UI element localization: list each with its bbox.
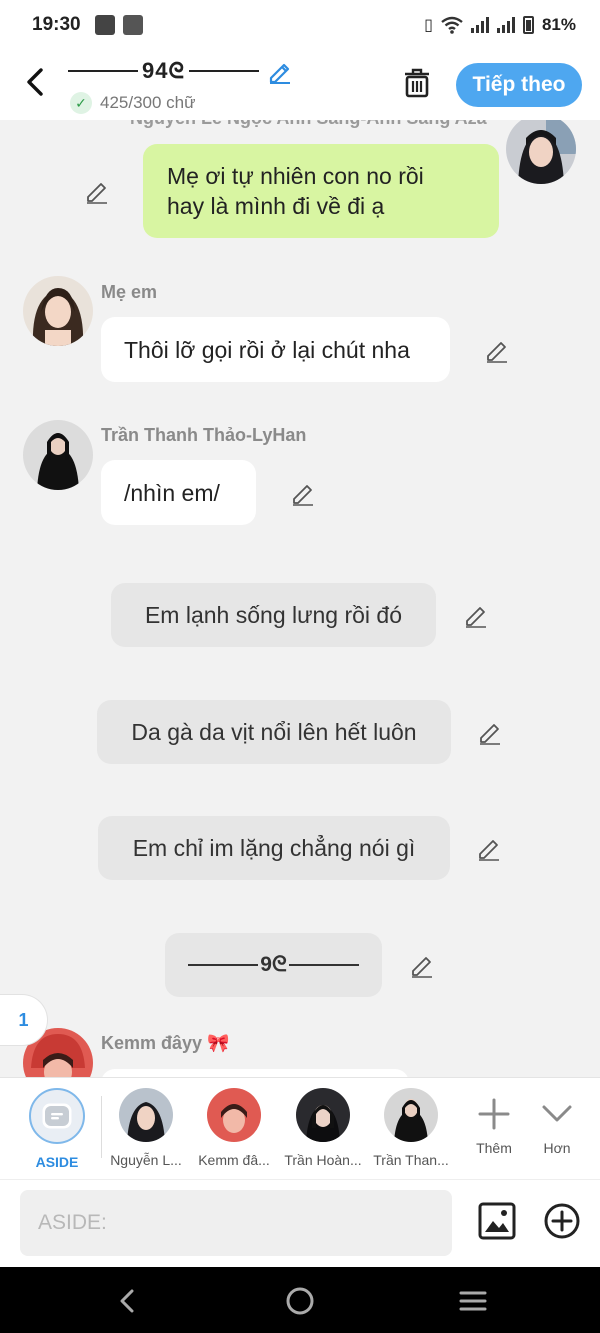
- sender-name: Trần Thanh Thảo-LyHan: [101, 425, 307, 445]
- edit-message-icon[interactable]: [476, 835, 502, 861]
- char-count-text: 425/300 chữ: [100, 93, 196, 112]
- char-count: ✓ 425/300 chữ: [70, 92, 196, 114]
- nav-back-icon[interactable]: [110, 1283, 146, 1319]
- edit-message-icon[interactable]: [290, 480, 316, 506]
- status-time: 19:30: [32, 14, 81, 35]
- battery-icon: [522, 16, 534, 34]
- narration-icon: [42, 1103, 72, 1129]
- tab-label: Nguyễn L...: [110, 1152, 182, 1168]
- message-text: Thôi lỡ gọi rồi ở lại chút nha: [124, 336, 410, 363]
- expand-button[interactable]: Hơn: [527, 1092, 587, 1156]
- message-bubble[interactable]: Thôi lỡ gọi rồi ở lại chút nha: [101, 317, 450, 382]
- chevron-down-icon: [537, 1092, 577, 1136]
- check-icon: ✓: [70, 92, 92, 114]
- narration-bubble[interactable]: Em chỉ im lặng chẳng nói gì: [98, 816, 450, 880]
- chat-area[interactable]: Nguyễn Lê Ngọc Anh Sang-Anh Sang Aza Mẹ …: [0, 120, 600, 1077]
- add-character-button[interactable]: Thêm: [464, 1092, 524, 1156]
- nav-recents-icon[interactable]: [455, 1283, 491, 1319]
- tab-label: Trần Hoàn...: [284, 1152, 362, 1168]
- tab-character[interactable]: Trần Hoàn...: [283, 1088, 363, 1168]
- system-nav-bar: [0, 1267, 600, 1333]
- tab-label: ASIDE: [35, 1154, 79, 1170]
- mail-notification-icon: [94, 15, 115, 35]
- expand-label: Hơn: [543, 1140, 571, 1156]
- message-bubble[interactable]: Mẹ ơi tự nhiên con no rồi hay là mình đi…: [143, 144, 499, 238]
- signal-icon-2: [496, 17, 515, 33]
- story-title-text: 94ᘓ: [142, 58, 185, 83]
- avatar: [296, 1088, 350, 1142]
- tab-character[interactable]: Trần Than...: [371, 1088, 451, 1168]
- message-input[interactable]: [20, 1190, 452, 1256]
- narration-bubble[interactable]: 9ᘓ: [165, 933, 382, 997]
- composer: [0, 1179, 600, 1267]
- message-text: Mẹ ơi tự nhiên con no rồi hay là mình đi…: [167, 163, 424, 219]
- wifi-icon: [441, 16, 463, 34]
- avatar[interactable]: [23, 420, 93, 490]
- avatar[interactable]: [506, 120, 576, 184]
- narration-bubble[interactable]: Da gà da vịt nổi lên hết luôn: [97, 700, 451, 764]
- edit-message-icon[interactable]: [463, 602, 489, 628]
- chevron-left-icon: [27, 68, 43, 96]
- back-button[interactable]: [20, 64, 50, 100]
- avatar: [119, 1088, 173, 1142]
- tab-character[interactable]: Nguyễn L...: [106, 1088, 186, 1168]
- narration-text: 9ᘓ: [260, 953, 287, 976]
- character-selector: ASIDE Nguyễn L... Kemm đâ... Trần Hoàn..…: [0, 1077, 600, 1179]
- narration-text: Em lạnh sống lưng rồi đó: [144, 602, 403, 628]
- next-button[interactable]: Tiếp theo: [456, 63, 582, 107]
- add-circle-icon[interactable]: [543, 1202, 581, 1240]
- battery-percent: 81%: [541, 15, 576, 34]
- sender-name: Kemm đâyy 🎀: [101, 1033, 230, 1053]
- edit-message-icon[interactable]: [409, 952, 435, 978]
- header-bar: 94ᘓ ✓ 425/300 chữ Tiếp theo: [0, 50, 600, 120]
- sender-name: Nguyễn Lê Ngọc Anh Sang-Anh Sang Aza: [130, 120, 487, 129]
- story-title[interactable]: 94ᘓ: [68, 58, 293, 84]
- avatar: [384, 1088, 438, 1142]
- tab-aside[interactable]: ASIDE: [17, 1088, 97, 1170]
- narration-bubble[interactable]: Em lạnh sống lưng rồi đó: [111, 583, 436, 647]
- message-text: /nhìn em/: [124, 479, 220, 506]
- signal-icon-1: [470, 17, 489, 33]
- edit-title-icon[interactable]: [267, 58, 293, 84]
- message-bubble[interactable]: /nhìn em/: [101, 460, 256, 525]
- avatar: [207, 1088, 261, 1142]
- sender-name: Mẹ em: [101, 282, 158, 302]
- avatar[interactable]: [23, 276, 93, 346]
- nav-home-icon[interactable]: [282, 1283, 318, 1319]
- edit-message-icon[interactable]: [484, 337, 510, 363]
- narration-text: Da gà da vịt nổi lên hết luôn: [131, 719, 417, 745]
- tab-label: Trần Than...: [373, 1152, 449, 1168]
- status-bar: 19:30 ▯ 81%: [0, 0, 600, 50]
- tab-character[interactable]: Kemm đâ...: [194, 1088, 274, 1168]
- narration-text: Em chỉ im lặng chẳng nói gì: [132, 835, 416, 861]
- plus-icon: [474, 1092, 514, 1136]
- edit-message-icon[interactable]: [477, 719, 503, 745]
- news-notification-icon: [122, 15, 143, 35]
- tab-label: Kemm đâ...: [198, 1152, 270, 1168]
- message-bubble[interactable]: [101, 1069, 409, 1077]
- vibrate-icon: ▯: [424, 17, 433, 34]
- trash-icon[interactable]: [403, 68, 431, 98]
- edit-message-icon[interactable]: [84, 178, 110, 204]
- image-icon[interactable]: [478, 1202, 516, 1240]
- more-label: Thêm: [476, 1140, 512, 1156]
